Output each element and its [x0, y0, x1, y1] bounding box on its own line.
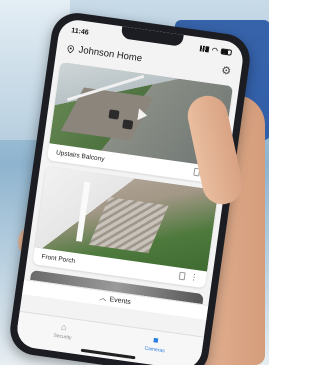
tab-bar: ⌂ Security ■ Cameras — [14, 310, 204, 365]
location-selector[interactable]: Johnson Home — [66, 43, 143, 64]
gear-icon[interactable]: ⚙ — [220, 64, 232, 78]
home-icon: ⌂ — [60, 321, 68, 333]
signal-icon — [199, 45, 210, 53]
tab-cameras[interactable]: ■ Cameras — [144, 334, 167, 355]
page-title: Johnson Home — [77, 44, 143, 65]
tab-security[interactable]: ⌂ Security — [53, 321, 73, 341]
events-label: Events — [109, 295, 132, 306]
camera-card[interactable]: Front Porch ⋮ — [32, 166, 219, 289]
battery-icon — [220, 48, 233, 56]
status-time: 11:46 — [70, 26, 90, 37]
location-pin-icon — [67, 44, 75, 53]
camera-label: Front Porch — [41, 252, 76, 265]
camera-battery-icon — [178, 271, 186, 281]
chevron-up-icon: ︿ — [99, 294, 107, 303]
more-options-icon[interactable]: ⋮ — [190, 272, 199, 282]
home-indicator — [80, 348, 136, 360]
video-camera-icon: ■ — [152, 334, 160, 346]
camera-label: Upstairs Balcony — [55, 148, 105, 163]
wifi-icon: ◠ — [211, 47, 219, 55]
photo-scene: 11:46 ◠ Johnson Home ⚙ Upstairs Balcony … — [0, 0, 269, 365]
play-icon[interactable] — [137, 108, 148, 122]
